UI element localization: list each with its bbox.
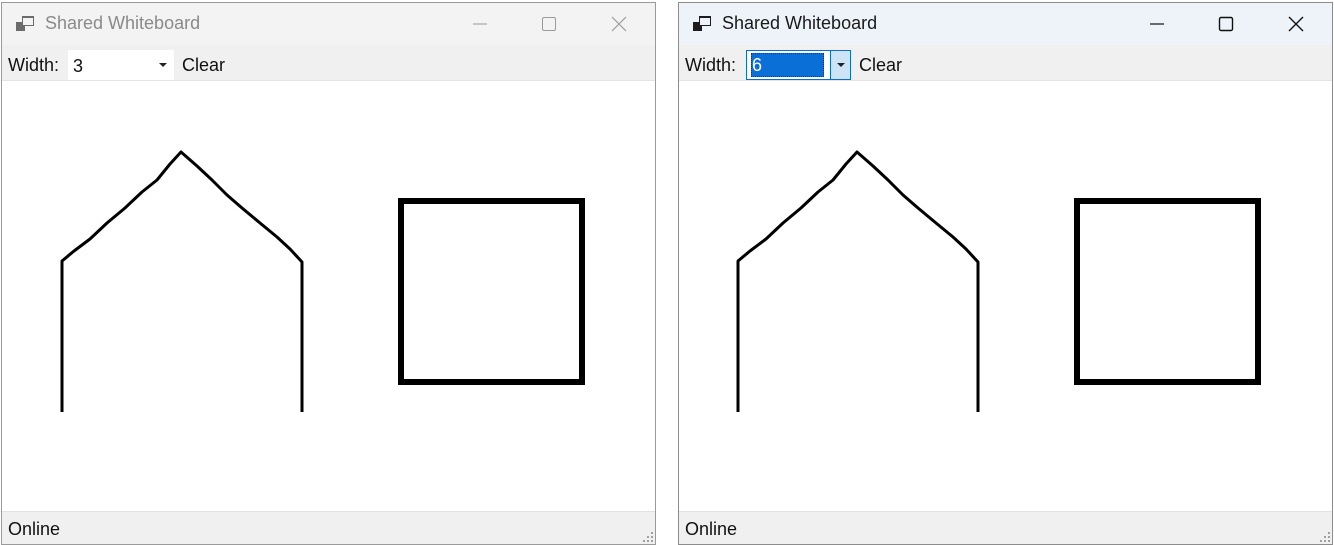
house-outline-stroke <box>60 150 304 412</box>
resize-grip-icon[interactable] <box>640 529 654 543</box>
title-bar[interactable]: Shared Whiteboard <box>2 3 655 45</box>
clear-button[interactable]: Clear <box>859 55 902 76</box>
chevron-down-icon <box>836 62 845 67</box>
clear-button[interactable]: Clear <box>182 55 225 76</box>
close-button[interactable] <box>1273 3 1319 45</box>
minimize-icon <box>1150 23 1164 25</box>
chevron-down-icon <box>159 62 167 67</box>
width-label: Width: <box>685 55 737 75</box>
minimize-icon <box>473 23 487 25</box>
window-title: Shared Whiteboard <box>722 13 878 33</box>
width-value-selected[interactable]: 6 <box>751 53 824 77</box>
toolbar: Width: 3 Clear <box>2 45 655 81</box>
house-outline-stroke <box>736 150 980 412</box>
width-dropdown-button[interactable] <box>830 51 850 79</box>
close-icon <box>1288 16 1304 32</box>
maximize-icon <box>1218 16 1234 32</box>
width-dropdown-button[interactable] <box>152 50 174 80</box>
title-bar[interactable]: Shared Whiteboard <box>679 3 1332 45</box>
app-window-icon <box>693 16 711 31</box>
drawing-canvas[interactable] <box>2 81 655 513</box>
close-button[interactable] <box>596 3 642 45</box>
status-text: Online <box>685 519 738 539</box>
square-stroke <box>1074 198 1261 385</box>
status-text: Online <box>8 519 61 539</box>
square-stroke <box>398 198 585 385</box>
width-value[interactable]: 3 <box>73 56 83 77</box>
minimize-button[interactable] <box>457 3 503 45</box>
maximize-icon <box>542 17 556 31</box>
width-combobox[interactable]: 6 <box>746 50 851 80</box>
toolbar: Width: 6 Clear <box>679 45 1332 81</box>
drawing-surface <box>736 150 1261 412</box>
app-window-icon <box>16 16 34 31</box>
status-bar: Online <box>679 511 1332 544</box>
resize-grip-icon[interactable] <box>1317 529 1331 543</box>
drawing-canvas[interactable] <box>679 81 1332 513</box>
whiteboard-window-left: Shared Whiteboard Width: 3 Clear Online <box>1 2 656 545</box>
close-icon <box>611 16 627 32</box>
width-combobox[interactable]: 3 <box>68 50 174 80</box>
maximize-button[interactable] <box>526 3 572 45</box>
status-bar: Online <box>2 511 655 544</box>
maximize-button[interactable] <box>1203 3 1249 45</box>
minimize-button[interactable] <box>1134 3 1180 45</box>
whiteboard-window-right: Shared Whiteboard Width: 6 Clear Online <box>678 2 1333 545</box>
width-label: Width: <box>8 55 60 75</box>
window-title: Shared Whiteboard <box>45 13 201 33</box>
drawing-surface <box>60 150 585 412</box>
